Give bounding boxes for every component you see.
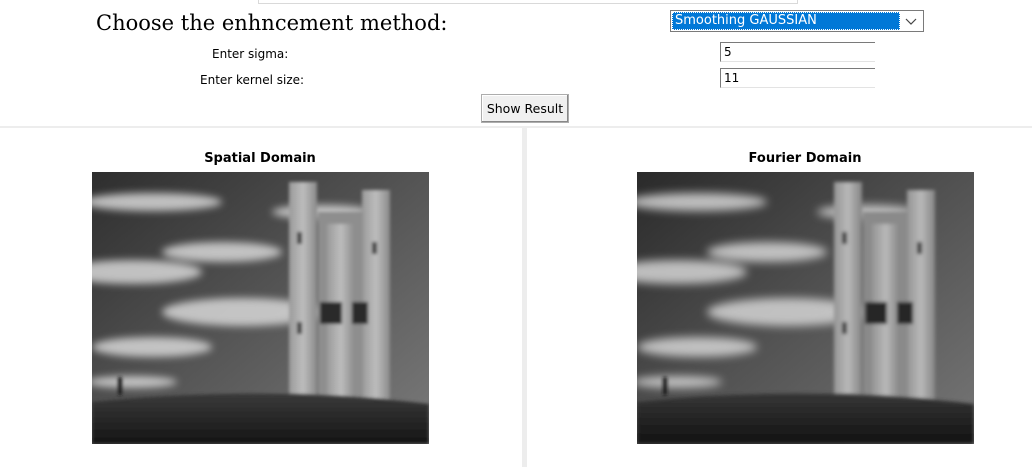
horizontal-divider xyxy=(0,126,1032,128)
spatial-domain-image xyxy=(92,172,429,444)
method-select-value: Smoothing GAUSSIAN xyxy=(672,12,900,30)
tower-photo-image xyxy=(92,172,429,444)
top-panel-edge xyxy=(258,0,798,4)
show-result-button[interactable]: Show Result xyxy=(481,94,569,123)
sigma-label: Enter sigma: xyxy=(212,47,289,61)
enhancement-method-select[interactable]: Smoothing GAUSSIAN xyxy=(670,10,924,32)
tower-photo-image xyxy=(637,172,974,444)
kernel-size-input[interactable]: 11 xyxy=(720,68,875,88)
fourier-domain-image xyxy=(637,172,974,444)
vertical-divider xyxy=(522,128,527,467)
method-heading: Choose the enhncement method: xyxy=(96,11,448,35)
chevron-down-icon[interactable] xyxy=(904,14,918,28)
spatial-domain-title: Spatial Domain xyxy=(204,151,316,166)
sigma-input[interactable]: 5 xyxy=(720,42,875,62)
fourier-domain-title: Fourier Domain xyxy=(748,151,862,166)
kernel-size-label: Enter kernel size: xyxy=(200,73,305,87)
